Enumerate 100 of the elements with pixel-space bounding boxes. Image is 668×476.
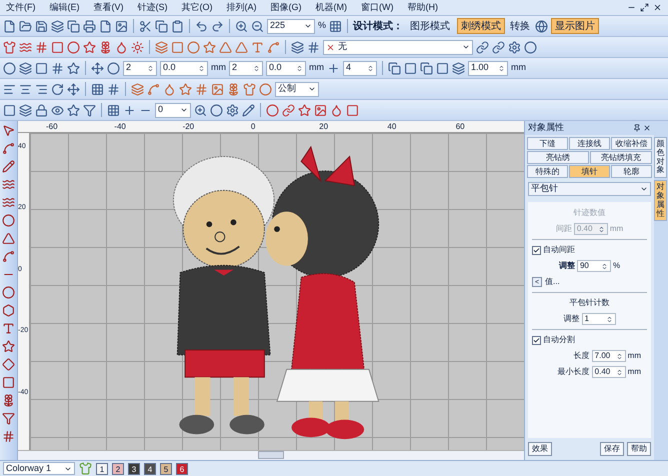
checkbox[interactable] [532, 336, 541, 344]
move-icon[interactable] [67, 82, 80, 96]
number-field[interactable]: 90 [576, 260, 611, 272]
grid-icon[interactable] [2, 430, 15, 443]
spinner-arrows-icon[interactable] [367, 64, 374, 72]
plus-icon[interactable] [123, 104, 136, 116]
color-swatch[interactable]: 6 [176, 462, 188, 474]
color-select[interactable]: 0 [155, 102, 191, 118]
drop-icon[interactable] [115, 40, 128, 54]
rotate-icon[interactable] [51, 82, 64, 96]
redo-icon[interactable] [211, 20, 224, 32]
menu-item[interactable]: 其它(O) [182, 0, 212, 14]
menu-item[interactable]: 文件(F) [6, 0, 36, 14]
link-icon[interactable] [282, 104, 295, 116]
circle-icon[interactable] [210, 104, 223, 116]
grid-icon[interactable] [329, 20, 342, 32]
circle-icon[interactable] [67, 40, 80, 54]
effect-select[interactable]: 无 [323, 40, 473, 54]
image-icon[interactable] [314, 104, 327, 116]
mode-button[interactable]: 图形模式 [406, 18, 454, 34]
panel-button[interactable]: 效果 [528, 442, 552, 456]
spinner-arrows-icon[interactable] [253, 64, 260, 72]
stitch-type-select[interactable]: 平包针 [528, 182, 651, 196]
menu-item[interactable]: 查看(V) [94, 0, 124, 14]
spinner-arrows-icon[interactable] [616, 368, 623, 376]
close-icon[interactable] [643, 124, 651, 132]
wave-icon[interactable] [19, 40, 32, 54]
restore-icon[interactable] [640, 3, 649, 12]
grid-icon[interactable] [91, 82, 104, 96]
layers-icon[interactable] [155, 40, 168, 54]
diamond-icon[interactable] [2, 358, 15, 371]
zoom-out-icon[interactable] [251, 20, 264, 32]
image-icon[interactable] [211, 82, 224, 96]
property-tab[interactable]: 轮廓 [611, 165, 652, 178]
circle-icon[interactable] [259, 82, 272, 96]
spinner-arrows-icon[interactable] [147, 64, 154, 72]
layers-icon[interactable] [51, 20, 64, 32]
side-tab[interactable]: 对象属性 [654, 180, 667, 222]
pin-icon[interactable] [633, 124, 641, 132]
lock-icon[interactable] [35, 104, 48, 116]
spinner-arrows-icon[interactable] [198, 64, 205, 72]
panel-button[interactable]: 帮助 [627, 442, 651, 456]
sun-icon[interactable] [131, 40, 144, 54]
star-icon[interactable] [83, 40, 96, 54]
pencil-icon[interactable] [242, 104, 255, 116]
flower-icon[interactable] [99, 40, 112, 54]
flower-icon[interactable] [2, 394, 15, 407]
color-swatch[interactable]: 4 [144, 462, 156, 474]
link-icon[interactable] [476, 40, 489, 54]
property-tab[interactable]: 收缩补偿 [611, 137, 652, 150]
star-icon[interactable] [67, 62, 80, 74]
color-swatch[interactable]: 1 [96, 462, 108, 474]
grid-icon[interactable] [195, 82, 208, 96]
copy-icon[interactable] [67, 20, 80, 32]
design-canvas[interactable] [30, 133, 524, 450]
colorway-select[interactable]: Colorway 1 [3, 462, 75, 475]
flower-icon[interactable] [227, 82, 240, 96]
mode-button[interactable]: 显示图片 [551, 18, 600, 34]
pencil-icon[interactable] [2, 160, 15, 173]
spin-field[interactable]: 0.0 [266, 60, 306, 76]
curve-icon[interactable] [2, 250, 15, 263]
spinner-arrows-icon[interactable] [600, 262, 608, 270]
spinner-arrows-icon[interactable] [606, 314, 612, 324]
grid-icon[interactable] [107, 104, 120, 116]
cut-icon[interactable] [139, 20, 152, 32]
image-icon[interactable] [115, 20, 128, 32]
property-tab[interactable]: 连接线 [569, 137, 610, 150]
number-field[interactable]: 7.00 [592, 350, 626, 362]
color-swatch[interactable]: 2 [112, 462, 124, 474]
circle-icon[interactable] [524, 40, 537, 54]
square-icon[interactable] [51, 40, 64, 54]
property-tab[interactable]: 特殊的 [527, 165, 568, 178]
side-tab[interactable]: 颜色对象 [654, 137, 667, 178]
circle-icon[interactable] [107, 62, 120, 74]
zoom-in-icon[interactable] [235, 20, 248, 32]
star-icon[interactable] [203, 40, 216, 54]
menu-item[interactable]: 机器(M) [316, 0, 347, 14]
chain-icon[interactable] [492, 40, 505, 54]
number-field[interactable]: 0.40 [592, 366, 626, 378]
triangle-icon[interactable] [219, 40, 232, 54]
menu-item[interactable]: 图像(G) [270, 0, 302, 14]
align-right-icon[interactable] [35, 82, 48, 96]
spin-field[interactable]: 2 [229, 60, 263, 76]
square-icon[interactable] [404, 62, 417, 74]
spinner-arrows-icon[interactable] [296, 64, 303, 72]
print-icon[interactable] [83, 20, 96, 32]
property-tab[interactable]: 亮钻绣填充 [590, 151, 652, 164]
save-icon[interactable] [35, 20, 48, 32]
layers-icon[interactable] [19, 62, 32, 74]
square-icon[interactable] [35, 62, 48, 74]
shirt-icon[interactable] [3, 40, 16, 54]
curve-icon[interactable] [267, 40, 280, 54]
text-icon[interactable] [251, 40, 264, 54]
menu-item[interactable]: 编辑(E) [50, 0, 80, 14]
undo-icon[interactable] [195, 20, 208, 32]
menu-item[interactable]: 排列(A) [226, 0, 256, 14]
checkbox[interactable] [532, 246, 541, 254]
convert-button[interactable]: 转换 [508, 18, 532, 34]
open-folder-icon[interactable] [19, 20, 32, 32]
property-tab[interactable]: 亮钻绣 [527, 151, 589, 164]
